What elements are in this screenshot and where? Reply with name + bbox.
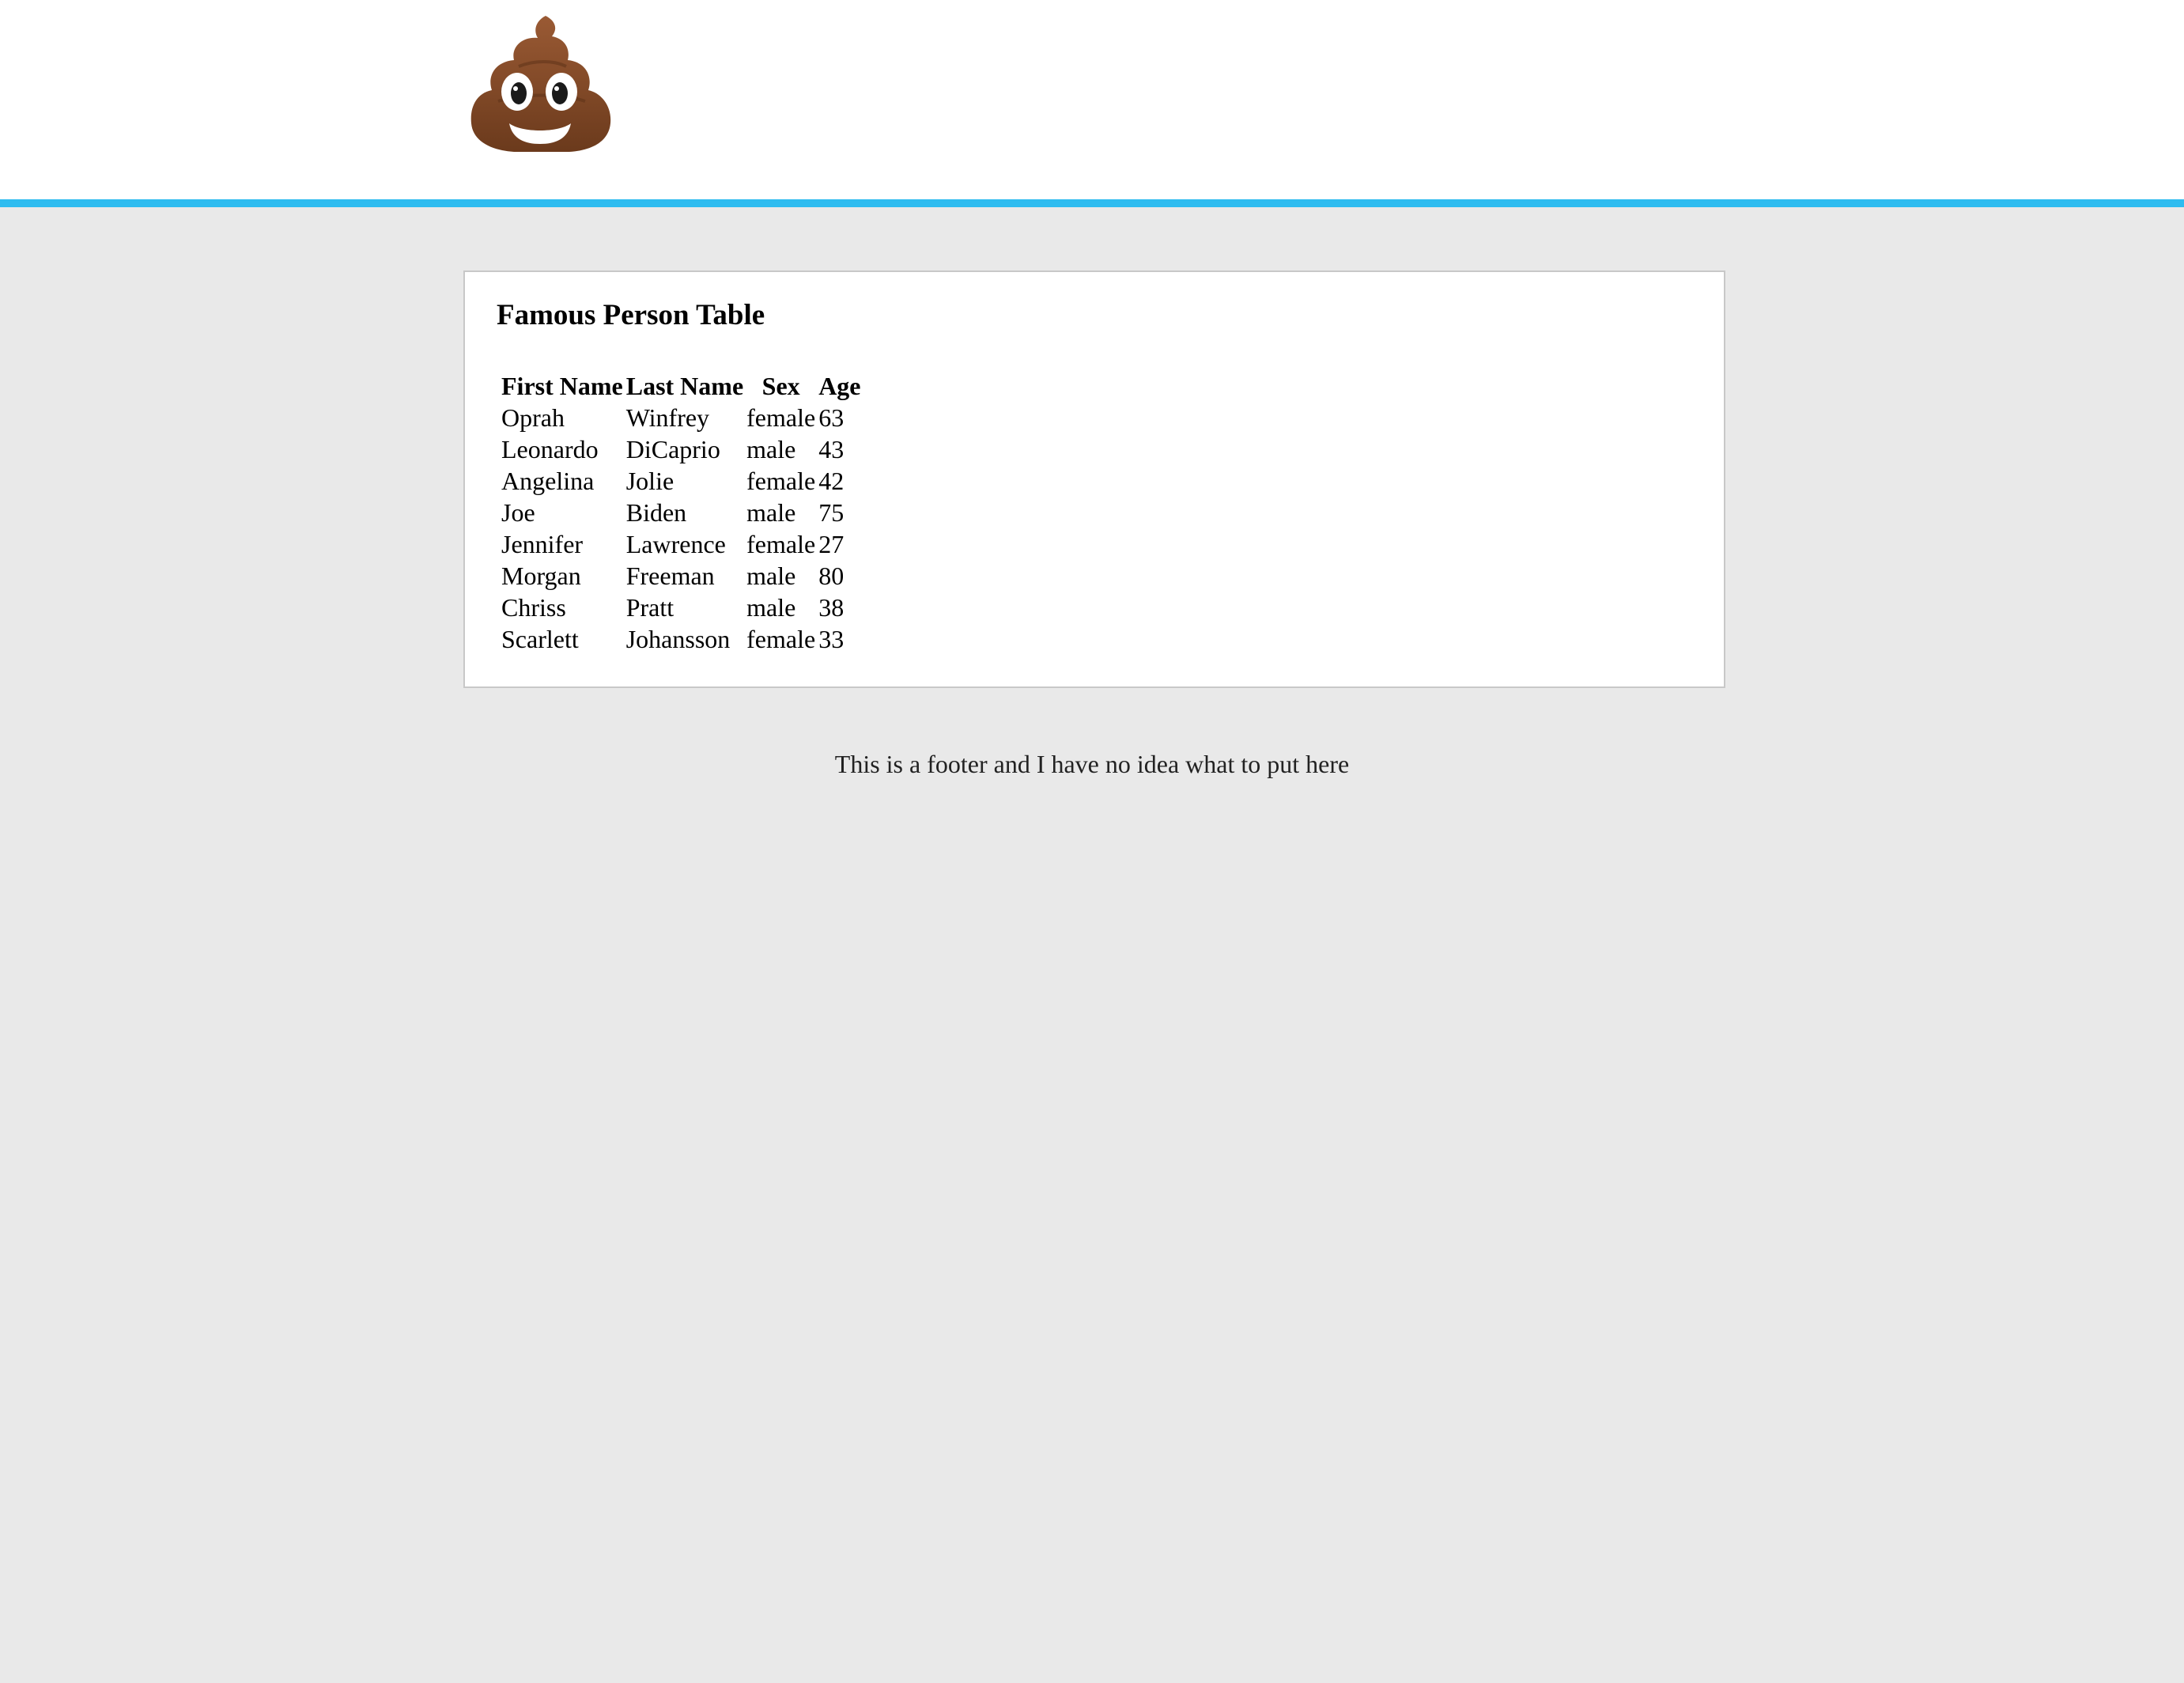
age-cell: 75 [818, 498, 845, 527]
sex-cell: male [746, 498, 796, 527]
last-name-cell: Biden [625, 498, 687, 527]
last-name-cell: Winfrey [625, 403, 710, 432]
site-header [0, 0, 2184, 207]
first-name-cell: Angelina [501, 467, 595, 495]
table-row: Leonardo DiCaprio male 43 [501, 433, 861, 465]
last-name-cell: DiCaprio [625, 435, 720, 463]
last-name-cell: Pratt [625, 593, 674, 622]
first-name-cell: Leonardo [501, 435, 599, 463]
age-cell: 63 [818, 403, 845, 432]
first-name-cell: Chriss [501, 593, 566, 622]
table-row: Scarlett Johansson female 33 [501, 623, 861, 655]
sex-cell: female [746, 625, 816, 653]
table-header-row: First Name Last Name Sex Age [501, 370, 861, 402]
sex-cell: male [746, 435, 796, 463]
last-name-cell: Johansson [625, 625, 731, 653]
last-name-cell: Lawrence [625, 530, 726, 558]
age-cell: 80 [818, 562, 845, 590]
table-row: Morgan Freeman male 80 [501, 560, 861, 592]
column-header-age: Age [818, 372, 861, 400]
table-row: Angelina Jolie female 42 [501, 465, 861, 497]
pile-of-poo-icon [470, 16, 611, 152]
column-header-sex: Sex [761, 372, 800, 400]
table-row: Joe Biden male 75 [501, 497, 861, 528]
last-name-cell: Freeman [625, 562, 715, 590]
first-name-cell: Oprah [501, 403, 565, 432]
famous-person-table: First Name Last Name Sex Age Oprah Winfr… [498, 370, 864, 655]
famous-person-card: Famous Person Table First Name Last Name… [463, 270, 1725, 688]
sex-cell: female [746, 403, 816, 432]
age-cell: 33 [818, 625, 845, 653]
sex-cell: female [746, 467, 816, 495]
sex-cell: male [746, 562, 796, 590]
first-name-cell: Joe [501, 498, 535, 527]
sex-cell: male [746, 593, 796, 622]
table-row: Oprah Winfrey female 63 [501, 402, 861, 433]
age-cell: 42 [818, 467, 845, 495]
age-cell: 43 [818, 435, 845, 463]
table-title: Famous Person Table [497, 299, 765, 331]
age-cell: 27 [818, 530, 845, 558]
last-name-cell: Jolie [625, 467, 674, 495]
table-row: Jennifer Lawrence female 27 [501, 528, 861, 560]
table-row: Chriss Pratt male 38 [501, 592, 861, 623]
footer-text: This is a footer and I have no idea what… [834, 750, 1350, 778]
first-name-cell: Morgan [501, 562, 581, 590]
column-header-first-name: First Name [501, 372, 623, 400]
sex-cell: female [746, 530, 816, 558]
first-name-cell: Jennifer [501, 530, 584, 558]
column-header-last-name: Last Name [625, 372, 744, 400]
first-name-cell: Scarlett [501, 625, 579, 653]
age-cell: 38 [818, 593, 845, 622]
